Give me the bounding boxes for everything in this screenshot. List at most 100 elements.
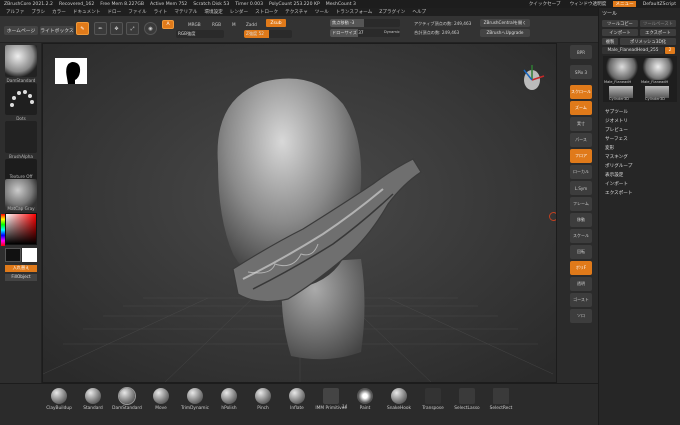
a-toggle[interactable]: A xyxy=(162,20,174,29)
sculpt-canvas[interactable] xyxy=(43,44,557,383)
menu-display-properties[interactable]: 表示設定 xyxy=(605,172,623,178)
tool-thumb-2[interactable] xyxy=(641,58,675,80)
menu-polygroups[interactable]: ポリグループ xyxy=(605,163,632,169)
zoom-button[interactable]: ズーム xyxy=(570,101,592,115)
spix-button[interactable]: SPix 3 xyxy=(570,65,592,79)
primary-color-swatch[interactable] xyxy=(5,248,21,262)
brush-selectlasso[interactable]: SelectLasso xyxy=(450,388,484,422)
menu-preferences[interactable]: 環境設定 xyxy=(204,9,222,15)
menu-export[interactable]: エクスポート xyxy=(605,190,632,196)
rgb-toggle[interactable]: RGB xyxy=(212,22,221,27)
rotate-icon[interactable]: ◉ xyxy=(144,22,157,35)
menu-deformation[interactable]: 変形 xyxy=(605,145,614,151)
export-button[interactable]: エクスポート xyxy=(640,29,676,36)
menu-zplugin[interactable]: Zプラグイン xyxy=(379,9,405,15)
menu-transform[interactable]: トランスフォーム xyxy=(336,9,373,15)
menu-brush[interactable]: ブラシ xyxy=(31,9,45,15)
brush-transpose[interactable]: Transpose xyxy=(416,388,450,422)
menu-draw[interactable]: ドロー xyxy=(107,9,121,15)
brush-claybuildup[interactable]: ClayBuildup xyxy=(42,388,76,422)
solo-button[interactable]: ソロ xyxy=(570,309,592,323)
menu-geometry[interactable]: ジオメトリ xyxy=(605,118,628,124)
brush-standard[interactable]: Standard xyxy=(76,388,110,422)
window-transparency-button[interactable]: ウィンドウ透明度 xyxy=(568,1,609,7)
scroll-button[interactable]: スクロール xyxy=(570,85,592,99)
menu-material[interactable]: マテリアル xyxy=(174,9,197,15)
home-page-button[interactable]: ホームページ xyxy=(4,26,38,35)
menu-subtool[interactable]: サブツール xyxy=(605,109,628,115)
menu-file[interactable]: ファイル xyxy=(128,9,146,15)
upgrade-button[interactable]: ZBrushへUpgrade xyxy=(480,29,530,37)
polyf-button[interactable]: ポリF xyxy=(570,261,592,275)
menu-import[interactable]: インポート xyxy=(605,181,628,187)
menu-render[interactable]: レンダー xyxy=(230,9,248,15)
tool-copy-button[interactable]: ツールコピー xyxy=(602,20,638,27)
menu-surface[interactable]: サーフェス xyxy=(605,136,628,142)
zbrushcentral-button[interactable]: ZBrushCentralを開く xyxy=(480,19,530,27)
navigation-gizmo[interactable] xyxy=(518,62,546,96)
m-toggle[interactable]: M xyxy=(232,22,236,27)
menu-document[interactable]: ドキュメント xyxy=(73,9,101,15)
hue-strip[interactable] xyxy=(1,214,5,246)
swap-color-button[interactable]: 入れ替え xyxy=(5,265,37,272)
polymesh3d-button[interactable]: ポリメッシュ3D化 xyxy=(620,38,676,45)
brush-selector[interactable] xyxy=(5,45,37,77)
zadd-toggle[interactable]: Zadd xyxy=(246,22,257,27)
current-tool-name[interactable]: Male_FlaneadHead_255 xyxy=(602,47,664,54)
stroke-selector[interactable] xyxy=(5,83,37,115)
focal-shift-slider[interactable]: 焦点移動 -3 xyxy=(330,19,400,27)
edit-icon[interactable]: ✎ xyxy=(76,22,89,35)
zsub-toggle[interactable]: Zsub xyxy=(266,19,286,27)
menu-button[interactable]: メニュー xyxy=(613,1,636,7)
brush-pinch[interactable]: Pinch xyxy=(246,388,280,422)
lightbox-button[interactable]: ライトボックス xyxy=(40,26,74,35)
rotate-view-button[interactable]: 回転 xyxy=(570,245,592,259)
menu-help[interactable]: ヘルプ xyxy=(412,9,426,15)
menu-preview[interactable]: プレビュー xyxy=(605,127,628,133)
menu-alpha[interactable]: アルファ xyxy=(6,9,24,15)
brush-paint[interactable]: Paint xyxy=(348,388,382,422)
menu-color[interactable]: カラー xyxy=(52,9,66,15)
brush-damstandard[interactable]: DamStandard xyxy=(110,388,144,422)
alpha-selector[interactable] xyxy=(5,121,37,153)
tool-paste-button[interactable]: ツールペースト xyxy=(640,20,676,27)
color-picker[interactable] xyxy=(1,213,37,246)
brush-inflate[interactable]: Inflate xyxy=(280,388,314,422)
tool-thumb-1[interactable] xyxy=(605,58,639,80)
scale-view-button[interactable]: スケール xyxy=(570,229,592,243)
fillobject-button[interactable]: FillObject xyxy=(5,274,37,281)
frame-button[interactable]: フレーム xyxy=(570,197,592,211)
menu-texture[interactable]: テクスチャ xyxy=(285,9,308,15)
persp-button[interactable]: パース xyxy=(570,133,592,147)
ghost-button[interactable]: ゴースト xyxy=(570,293,592,307)
menu-stroke[interactable]: ストローク xyxy=(255,9,278,15)
brush-hpolish[interactable]: hPolish xyxy=(212,388,246,422)
default-zscript-button[interactable]: DefaultZScript xyxy=(641,2,678,7)
local-button[interactable]: ローカル xyxy=(570,165,592,179)
scale-icon[interactable]: ⤢ xyxy=(126,22,139,35)
brush-move[interactable]: Move xyxy=(144,388,178,422)
dynamic-toggle[interactable]: Dynamic xyxy=(384,30,400,34)
mrgb-toggle[interactable]: MRGB xyxy=(188,22,201,27)
import-button[interactable]: インポート xyxy=(602,29,638,36)
brush-trimdynamic[interactable]: TrimDynamic xyxy=(178,388,212,422)
floor-button[interactable]: フロア xyxy=(570,149,592,163)
brush-selectrect[interactable]: SelectRect xyxy=(484,388,518,422)
secondary-color-swatch[interactable] xyxy=(22,248,37,262)
move-icon[interactable]: ✥ xyxy=(110,22,123,35)
rgb-intensity-slider[interactable]: RGB強度 xyxy=(176,30,224,38)
menu-tool[interactable]: ツール xyxy=(315,9,329,15)
duplicate-button[interactable]: 複製 xyxy=(602,38,618,45)
canvas-viewport[interactable] xyxy=(42,43,557,383)
quicksave-button[interactable]: クイックセーブ xyxy=(527,1,563,7)
brush-snakehook[interactable]: SnakeHook xyxy=(382,388,416,422)
bpr-button[interactable]: BPR xyxy=(570,45,592,59)
z-intensity-slider[interactable]: Z強度 52 xyxy=(244,30,292,38)
draw-icon[interactable]: ✏ xyxy=(94,22,107,35)
move-view-button[interactable]: 移動 xyxy=(570,213,592,227)
actual-button[interactable]: 実寸 xyxy=(570,117,592,131)
lsym-button[interactable]: L.Sym xyxy=(570,181,592,195)
transp-button[interactable]: 透明 xyxy=(570,277,592,291)
menu-light[interactable]: ライト xyxy=(154,9,168,15)
menu-masking[interactable]: マスキング xyxy=(605,154,628,160)
